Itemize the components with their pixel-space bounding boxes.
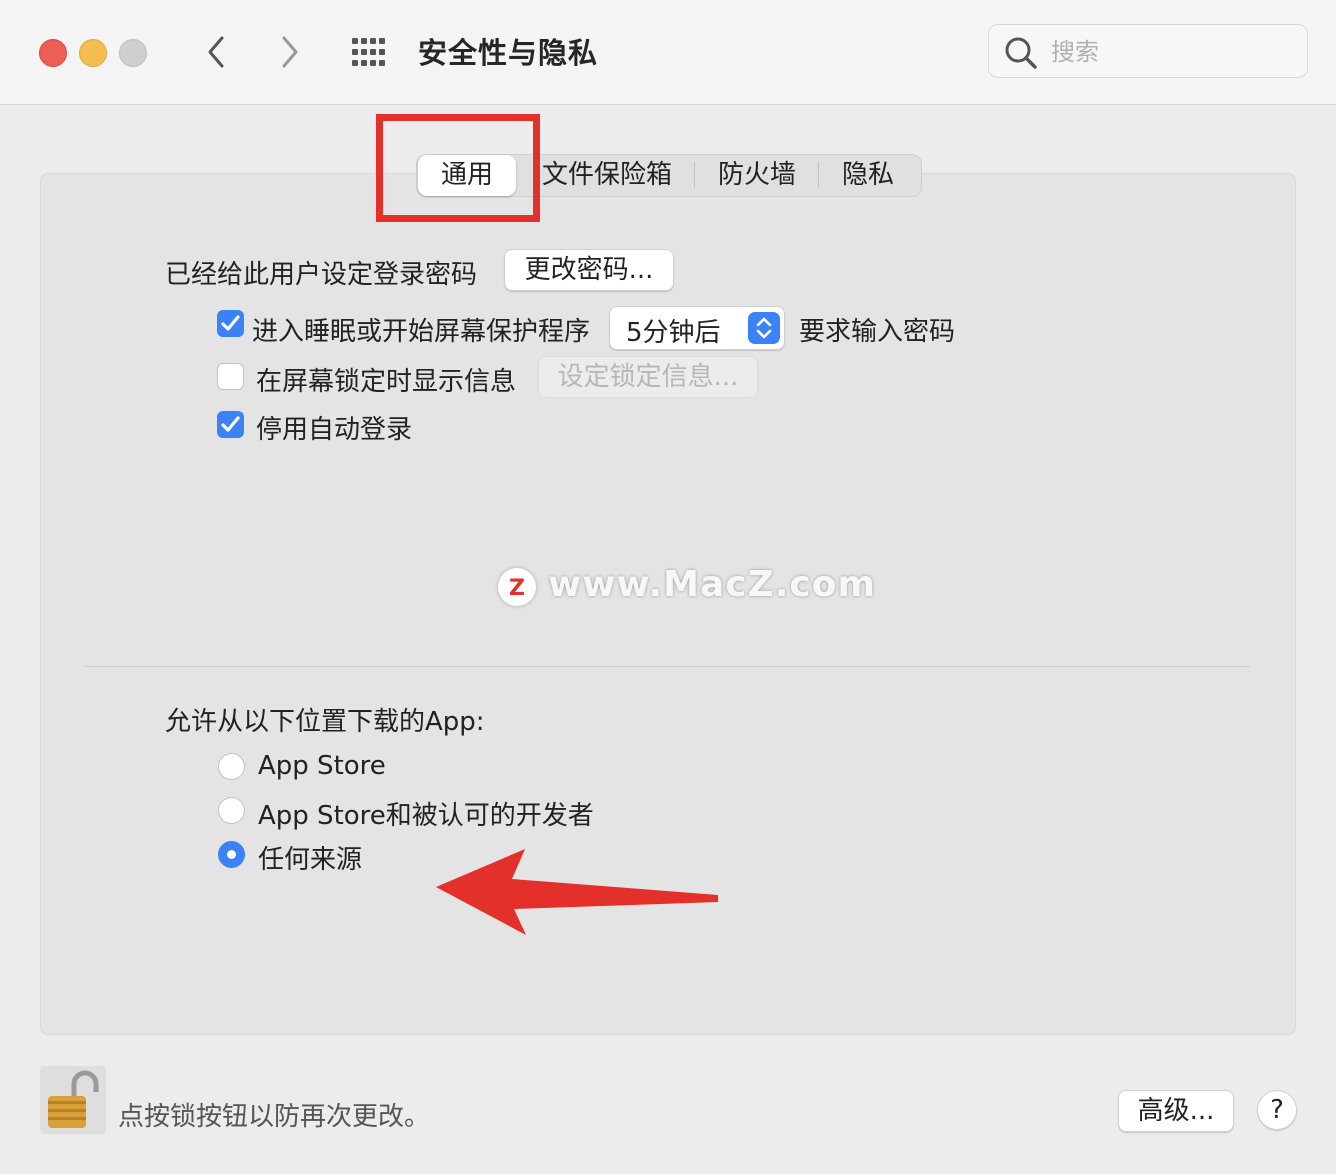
chevron-right-icon bbox=[282, 36, 298, 68]
lock-button[interactable] bbox=[40, 1066, 106, 1134]
annotation-highlight-box bbox=[376, 114, 540, 222]
password-delay-select[interactable]: 5分钟后 bbox=[609, 306, 785, 350]
set-lock-message-button[interactable]: 设定锁定信息... bbox=[538, 356, 758, 398]
advanced-button[interactable]: 高级... bbox=[1118, 1090, 1234, 1132]
disable-autologin-checkbox[interactable] bbox=[217, 411, 244, 438]
show-all-button[interactable] bbox=[350, 36, 390, 68]
radio-app-store-label: App Store bbox=[258, 751, 386, 781]
tab-separator bbox=[694, 162, 695, 188]
back-button[interactable] bbox=[198, 34, 234, 70]
tab-privacy[interactable]: 隐私 bbox=[826, 154, 910, 197]
forward-button[interactable] bbox=[272, 34, 308, 70]
updown-chevron-icon bbox=[748, 312, 780, 344]
radio-anywhere-label: 任何来源 bbox=[258, 845, 363, 875]
password-set-label: 已经给此用户设定登录密码 bbox=[165, 260, 478, 290]
grid-icon bbox=[352, 38, 385, 66]
window-title: 安全性与隐私 bbox=[418, 36, 599, 70]
radio-app-store-identified[interactable] bbox=[218, 797, 245, 824]
require-password-checkbox[interactable] bbox=[217, 310, 244, 337]
search-input[interactable] bbox=[1049, 35, 1293, 69]
checkmark-icon bbox=[221, 416, 240, 432]
chevron-left-icon bbox=[208, 36, 224, 68]
annotation-arrow-icon bbox=[436, 849, 718, 935]
help-button[interactable]: ? bbox=[1257, 1090, 1297, 1130]
require-password-label: 进入睡眠或开始屏幕保护程序 bbox=[252, 317, 591, 347]
close-button[interactable] bbox=[39, 39, 67, 67]
download-sources-heading: 允许从以下位置下载的App: bbox=[165, 707, 485, 737]
disable-autologin-label: 停用自动登录 bbox=[256, 415, 413, 445]
tab-firewall[interactable]: 防火墙 bbox=[702, 154, 812, 197]
zoom-button[interactable] bbox=[119, 39, 147, 67]
minimize-button[interactable] bbox=[79, 39, 107, 67]
lock-message-checkbox[interactable] bbox=[217, 363, 244, 390]
lock-message-label: 在屏幕锁定时显示信息 bbox=[256, 367, 517, 397]
lock-instruction-text: 点按锁按钮以防再次更改。 bbox=[118, 1102, 431, 1132]
radio-anywhere[interactable] bbox=[218, 841, 245, 868]
require-password-suffix: 要求输入密码 bbox=[799, 317, 956, 347]
password-delay-value: 5分钟后 bbox=[626, 318, 721, 348]
svg-text:Z: Z bbox=[509, 576, 525, 601]
tab-separator bbox=[818, 162, 819, 188]
radio-app-store[interactable] bbox=[218, 753, 245, 780]
tab-filevault[interactable]: 文件保险箱 bbox=[532, 154, 682, 197]
watermark-logo: Z bbox=[498, 568, 536, 606]
radio-app-store-identified-label: App Store和被认可的开发者 bbox=[258, 801, 594, 831]
search-icon bbox=[1004, 36, 1038, 74]
change-password-button[interactable]: 更改密码... bbox=[504, 249, 674, 291]
unlocked-padlock-icon bbox=[40, 1066, 106, 1134]
section-divider bbox=[85, 666, 1250, 667]
watermark-text: www.MacZ.com bbox=[548, 564, 876, 605]
checkmark-icon bbox=[221, 315, 240, 331]
